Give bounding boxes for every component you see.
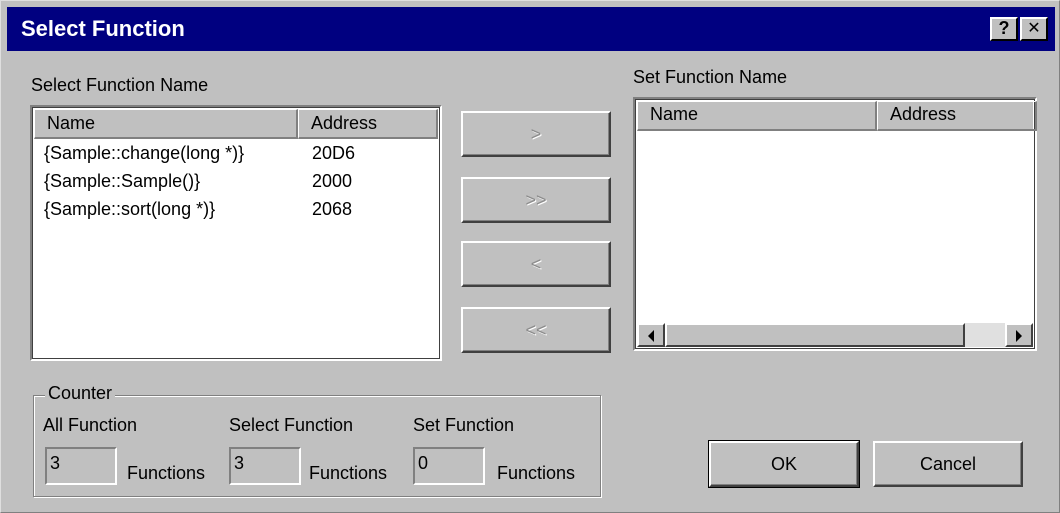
scroll-right-button[interactable] (1005, 323, 1033, 347)
function-address: 20D6 (312, 143, 356, 163)
column-header-name[interactable]: Name (34, 109, 298, 139)
set-function-count: 0 (413, 447, 485, 485)
close-icon: ✕ (1027, 20, 1041, 37)
close-button[interactable]: ✕ (1020, 17, 1048, 41)
function-name: {Sample::change(long *)} (44, 143, 245, 163)
function-address: 2000 (312, 171, 353, 191)
column-header-name[interactable]: Name (637, 101, 877, 131)
select-function-count: 3 (229, 447, 301, 485)
add-all-button[interactable]: >> (461, 177, 611, 223)
function-name: {Sample::sort(long *)} (44, 199, 216, 219)
scroll-left-button[interactable] (637, 323, 665, 347)
title-bar[interactable]: Select Function ? ✕ (7, 7, 1055, 51)
dialog-title: Select Function (21, 16, 185, 41)
set-function-label: Set Function (413, 415, 515, 435)
scroll-thumb[interactable] (665, 323, 965, 347)
list-item[interactable]: {Sample::sort(long *)} 2068 (32, 199, 436, 227)
remove-all-button[interactable]: << (461, 307, 611, 353)
set-function-unit: Functions (497, 463, 576, 483)
select-function-unit: Functions (309, 463, 388, 483)
all-function-count: 3 (45, 447, 117, 485)
list-item[interactable]: {Sample::change(long *)} 20D6 (32, 143, 436, 171)
select-list-header: Name Address (34, 109, 438, 139)
set-function-list[interactable]: Name Address (633, 97, 1037, 351)
arrow-left-icon (648, 330, 654, 342)
select-function-name-label: Select Function Name (31, 75, 209, 95)
counter-title: Counter (45, 383, 116, 404)
arrow-right-icon (1016, 330, 1022, 342)
list-item[interactable]: {Sample::Sample()} 2000 (32, 171, 436, 199)
select-function-label: Select Function (229, 415, 354, 435)
ok-button[interactable]: OK (708, 440, 860, 488)
remove-selected-button[interactable]: < (461, 241, 611, 287)
cancel-button[interactable]: Cancel (873, 441, 1023, 487)
column-header-address[interactable]: Address (877, 101, 1037, 131)
add-selected-button[interactable]: > (461, 111, 611, 157)
all-function-unit: Functions (127, 463, 206, 483)
help-icon: ? (998, 18, 1010, 38)
select-function-dialog: Select Function ? ✕ Select Function Name… (0, 0, 1060, 513)
help-button[interactable]: ? (990, 17, 1018, 41)
select-function-list[interactable]: Name Address {Sample::change(long *)} 20… (30, 105, 442, 361)
column-header-address[interactable]: Address (298, 109, 438, 139)
all-function-label: All Function (43, 415, 138, 435)
set-list-header: Name Address (637, 101, 1037, 131)
horizontal-scrollbar[interactable] (637, 323, 1033, 347)
function-address: 2068 (312, 199, 353, 219)
set-function-name-label: Set Function Name (633, 67, 788, 87)
function-name: {Sample::Sample()} (44, 171, 201, 191)
